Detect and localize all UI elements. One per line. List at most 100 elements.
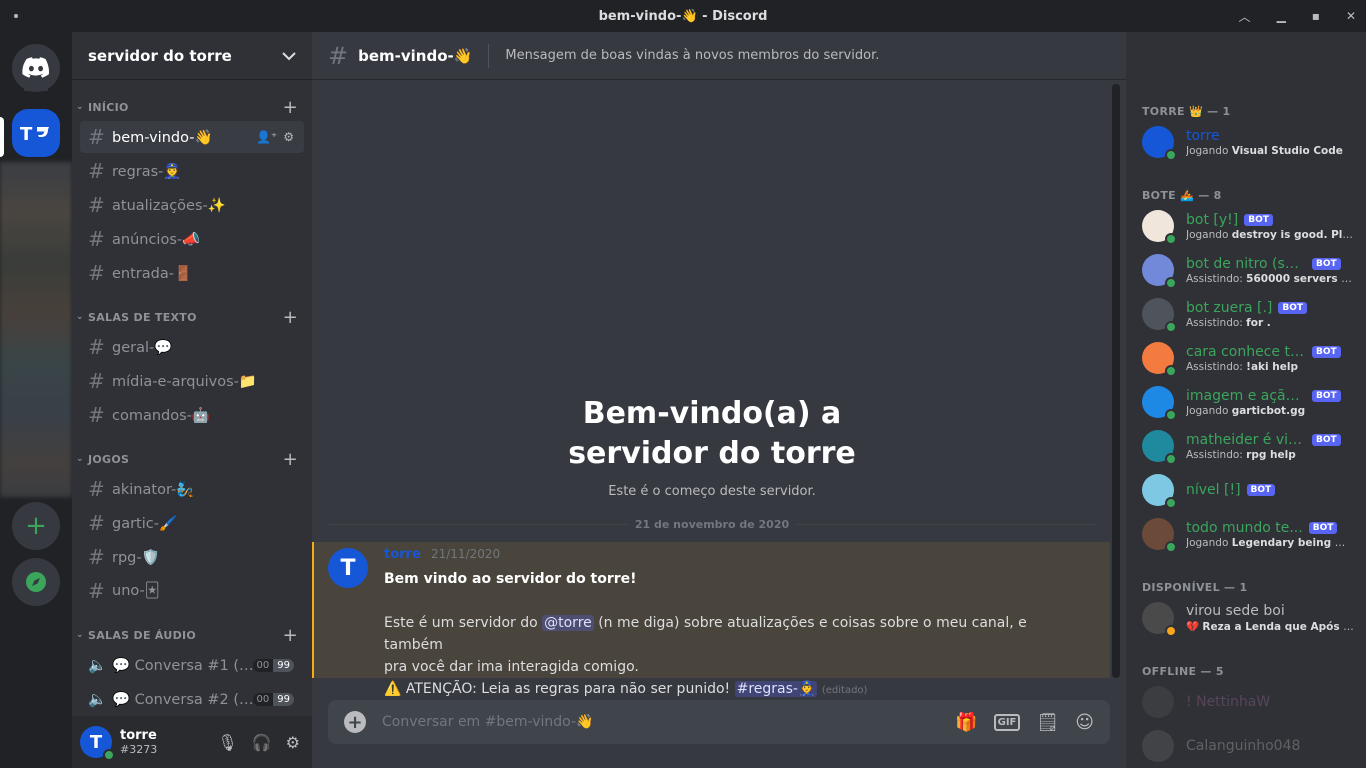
category-label: SALAS DE TEXTO	[88, 310, 197, 324]
category-inicio[interactable]: ⌄ INÍCIO +	[76, 97, 306, 118]
scrollbar-thumb[interactable]	[1112, 84, 1120, 678]
avatar[interactable]: T	[328, 548, 368, 588]
avatar[interactable]	[1142, 298, 1177, 333]
user-limit: 99	[273, 692, 294, 706]
status-icon	[1165, 365, 1177, 377]
scrollbar[interactable]	[1112, 84, 1120, 678]
channel-rpg[interactable]: # rpg-🛡️	[80, 541, 304, 573]
voice-channel-conversa-2[interactable]: 🔈 💬 Conversa #2 (… 00 99	[80, 683, 304, 715]
member-item[interactable]: Calanguinho048	[1142, 725, 1356, 767]
gif-icon[interactable]: GIF	[993, 713, 1021, 731]
member-item[interactable]: virou sede boi 💔 Reza a Lenda que Após ..…	[1142, 597, 1356, 639]
channel-comandos[interactable]: # comandos-🤖	[80, 399, 304, 431]
channel-label: uno-🃏	[112, 583, 160, 599]
plus-icon: +	[25, 511, 47, 541]
explore-servers-button[interactable]	[12, 558, 60, 606]
avatar[interactable]	[1142, 602, 1177, 637]
member-group-header: OFFLINE — 5	[1142, 665, 1224, 678]
channel-label: 💬 Conversa #1 (…	[112, 657, 254, 674]
channel-anuncios[interactable]: # anúncios-📣	[80, 223, 304, 255]
activity-prefix: Jogando	[1186, 536, 1232, 549]
category-salas-de-texto[interactable]: ⌄ SALAS DE TEXTO +	[76, 307, 306, 328]
member-item[interactable]: torre Jogando Visual Studio Code	[1142, 121, 1356, 163]
member-item[interactable]: matheider é vici... BOT Assistindo: rpg he…	[1142, 425, 1356, 467]
close-icon[interactable]: ✕	[1346, 9, 1356, 23]
speaker-icon: 🔈	[88, 690, 107, 708]
channel-topic[interactable]: Mensagem de boas vindas à novos membros …	[505, 48, 879, 63]
message-input[interactable]: Conversar em #bem-vindo-👋	[382, 714, 955, 730]
create-channel-icon[interactable]: +	[283, 625, 298, 646]
member-item[interactable]: bot [y!] BOT Jogando destroy is good. Pls …	[1142, 205, 1356, 247]
member-item[interactable]: bot de nitro (sq... BOT Assistindo: 560000…	[1142, 249, 1356, 291]
category-jogos[interactable]: ⌄ JOGOS +	[76, 449, 306, 470]
avatar[interactable]	[1142, 210, 1177, 245]
chat-area: # bem-vindo-👋 Mensagem de boas vindas à …	[312, 32, 1126, 768]
app-menu-icon[interactable]	[14, 14, 18, 18]
message[interactable]: T torre 21/11/2020 Bem vindo ao servidor…	[312, 542, 1110, 697]
minimize-icon[interactable]: ▁	[1277, 9, 1286, 23]
channel-regras[interactable]: # regras-👮	[80, 155, 304, 187]
avatar[interactable]	[1142, 730, 1174, 762]
member-item[interactable]: todo mundo te... BOT Jogando Legendary bei…	[1142, 513, 1356, 555]
channel-gartic[interactable]: # gartic-🖌️	[80, 507, 304, 539]
gift-icon[interactable]: 🎁	[955, 712, 977, 733]
avatar[interactable]	[1142, 126, 1177, 161]
avatar[interactable]	[1142, 430, 1177, 465]
avatar[interactable]	[1142, 342, 1177, 377]
avatar[interactable]: T	[80, 726, 115, 761]
activity-name: for .	[1246, 316, 1271, 329]
channel-name: bem-vindo-👋	[358, 46, 473, 65]
member-item[interactable]: ! NettinhaW	[1142, 681, 1356, 723]
add-server-button[interactable]: +	[12, 502, 60, 550]
avatar[interactable]	[1142, 386, 1177, 421]
create-channel-icon[interactable]: +	[283, 307, 298, 328]
channel-entrada[interactable]: # entrada-🚪	[80, 257, 304, 289]
voice-channel-conversa-1[interactable]: 🔈 💬 Conversa #1 (… 00 99	[80, 649, 304, 681]
sticker-icon[interactable]: 🗒	[1036, 712, 1059, 733]
member-name: nível [!]	[1186, 482, 1241, 498]
member-activity: Jogando destroy is good. Pls lo...	[1186, 229, 1354, 241]
member-item[interactable]: bot zuera [.] BOT Assistindo: for .	[1142, 293, 1356, 335]
channel-uno[interactable]: # uno-🃏	[80, 575, 304, 607]
user-mention[interactable]: @torre	[542, 615, 594, 631]
emoji-icon[interactable]: ☺	[1075, 712, 1094, 733]
upload-button[interactable]: +	[344, 711, 366, 733]
gear-icon[interactable]: ⚙	[283, 130, 294, 144]
microphone-icon[interactable]: 🎙	[217, 733, 237, 752]
welcome-line-2: servidor do torre	[568, 436, 856, 471]
gear-icon[interactable]: ⚙	[286, 733, 300, 752]
member-activity: Assistindo: !aki help	[1186, 361, 1354, 373]
message-composer[interactable]: + Conversar em #bem-vindo-👋 🎁 GIF 🗒 ☺	[328, 700, 1110, 744]
channel-geral[interactable]: # geral-💬	[80, 331, 304, 363]
member-item[interactable]: imagem e ação ... BOT Jogando garticbot.gg	[1142, 381, 1356, 423]
create-channel-icon[interactable]: +	[283, 449, 298, 470]
avatar[interactable]	[1142, 474, 1177, 509]
message-author[interactable]: torre	[384, 547, 421, 562]
channel-mention[interactable]: #regras-👮	[734, 681, 818, 697]
channel-label: regras-👮	[112, 163, 182, 180]
channel-akinator[interactable]: # akinator-🧞	[80, 473, 304, 505]
channel-atualizacoes[interactable]: # atualizações-✨	[80, 189, 304, 221]
category-salas-de-audio[interactable]: ⌄ SALAS DE ÁUDIO +	[76, 625, 306, 646]
hash-icon: #	[88, 477, 105, 501]
user-info[interactable]: torre #3273	[120, 728, 217, 756]
create-channel-icon[interactable]: +	[283, 97, 298, 118]
avatar[interactable]	[1142, 254, 1177, 289]
headphones-icon[interactable]: 🎧	[252, 733, 272, 752]
member-item[interactable]: nível [!] BOT	[1142, 469, 1356, 511]
message-text: ⚠️ ATENÇÃO: Leia as regras para não ser …	[384, 681, 735, 697]
maximize-icon[interactable]: ▪	[1312, 9, 1320, 23]
status-icon	[1165, 409, 1177, 421]
avatar[interactable]	[1142, 686, 1174, 718]
server-icon-torre[interactable]: T	[12, 109, 60, 157]
bot-badge: BOT	[1312, 433, 1341, 446]
avatar[interactable]	[1142, 518, 1177, 553]
message-text: Este é um servidor do	[384, 615, 543, 631]
channel-bem-vindo[interactable]: # bem-vindo-👋 👤⁺ ⚙	[80, 121, 304, 153]
member-item[interactable]: cara conhece to... BOT Assistindo: !aki he…	[1142, 337, 1356, 379]
invite-icon[interactable]: 👤⁺	[256, 130, 277, 144]
chevron-up-icon[interactable]: ︿	[1239, 8, 1251, 25]
server-header[interactable]: servidor do torre	[72, 32, 312, 80]
channel-midia-e-arquivos[interactable]: # mídia-e-arquivos-📁	[80, 365, 304, 397]
home-button[interactable]	[12, 44, 60, 92]
